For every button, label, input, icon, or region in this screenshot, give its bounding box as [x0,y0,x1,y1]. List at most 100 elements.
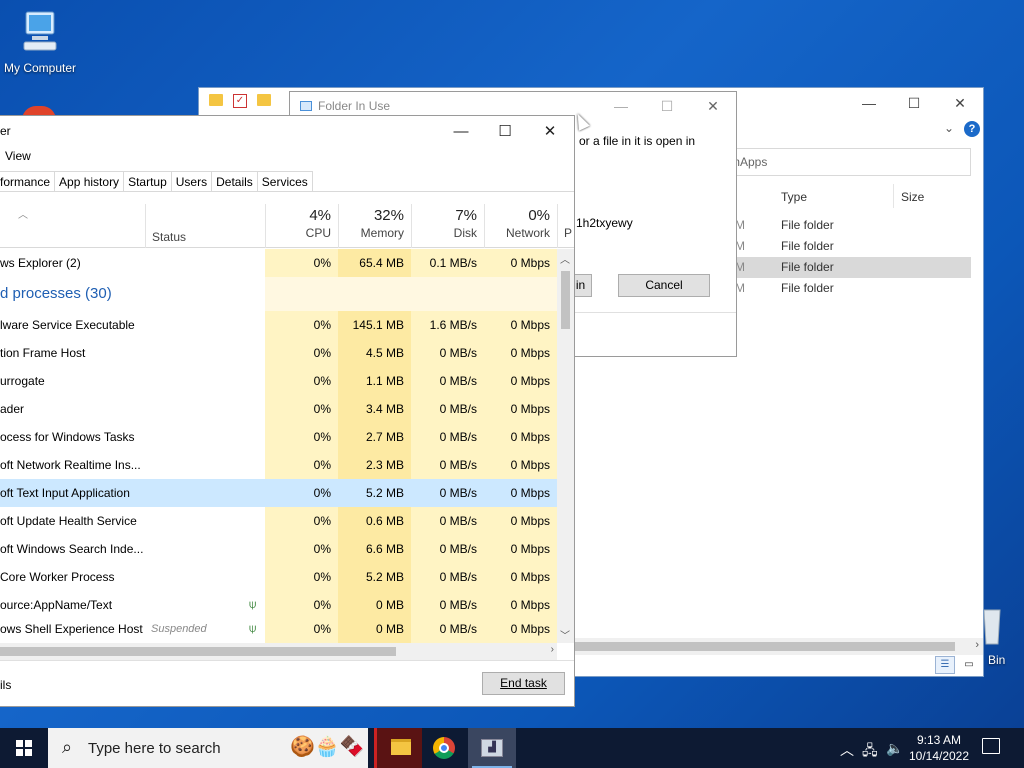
notifications-icon[interactable] [982,738,1000,754]
close-button[interactable]: ✕ [530,120,570,144]
process-row-selected[interactable]: oft Text Input Application 0% 5.2 MB 0 MB/s… [0,479,557,507]
process-memory-value: 6.6 MB [365,542,404,556]
column-header-power[interactable]: P [557,204,574,248]
process-name: urrogate [0,374,45,388]
scroll-right-icon[interactable]: › [551,644,554,655]
process-row[interactable]: oft Network Realtime Ins... 0% 2.3 MB 0 MB/… [0,451,557,479]
clock-date: 10/14/2022 [908,749,970,763]
file-row[interactable]: M File folder [729,236,971,257]
process-table-header[interactable]: ︿ Status 4% CPU 32% Memory 7% Disk 0% Ne… [0,204,574,248]
process-row[interactable]: tion Frame Host 0% 4.5 MB 0 MB/s 0 Mbps [0,339,557,367]
process-disk-value: 0 MB/s [439,402,477,416]
desktop-icon-recycle-bin[interactable]: Bin [980,606,1024,668]
tab-strip[interactable]: formance App history Startup Users Detai… [0,171,574,192]
file-row[interactable]: M File folder [729,278,971,299]
details-view-icon[interactable]: ☰ [935,656,955,674]
scroll-right-icon[interactable]: › [975,639,979,651]
process-disk-value: 0 MB/s [439,430,477,444]
process-network-value: 0 Mbps [510,542,550,556]
maximize-button[interactable]: ☐ [899,92,929,114]
taskbar[interactable]: ⌕ Type here to search 🍪🧁🍫 ▟ ︿ 🖧 🔈 9:13 A… [0,728,1024,768]
volume-icon[interactable]: 🔈 [886,740,903,757]
help-icon[interactable]: ? [964,121,980,137]
new-folder-icon[interactable] [257,94,271,106]
menu-view[interactable]: View [5,149,31,163]
process-cpu-value: 0% [313,486,331,500]
tab-startup[interactable]: Startup [124,171,172,192]
process-list[interactable]: ws Explorer (2) 0% 65.4 MB 0.1 MB/s 0 Mbps d … [0,249,557,643]
column-header-memory[interactable]: 32% Memory [338,204,411,248]
process-row[interactable]: Core Worker Process 0% 5.2 MB 0 MB/s 0 Mbps [0,563,557,591]
close-button[interactable]: ✕ [698,96,728,116]
sort-arrow-icon[interactable]: ︿ [18,206,28,221]
column-divider[interactable] [893,184,894,208]
taskbar-chrome[interactable] [420,728,468,768]
tab-details[interactable]: Details [212,171,258,192]
horizontal-scrollbar[interactable]: › [575,638,983,655]
process-row[interactable]: oft Windows Search Inde... 0% 6.6 MB 0 MB/s… [0,535,557,563]
scrollbar-thumb[interactable] [561,271,570,329]
end-task-button[interactable]: End task [482,672,565,695]
process-row[interactable]: lware Service Executable 0% 145.1 MB 1.6 MB… [0,311,557,339]
search-field[interactable]: mApps [719,148,971,176]
scroll-up-icon[interactable]: ︿ [560,251,570,266]
properties-icon[interactable]: ✓ [233,94,247,108]
maximize-button[interactable]: ☐ [485,120,525,144]
window-title: er [0,124,11,138]
vertical-scrollbar[interactable]: ︿ ﹀ [557,249,574,643]
system-clock[interactable]: 9:13 AM 10/14/2022 [908,732,970,764]
cancel-button[interactable]: Cancel [618,274,710,297]
process-row[interactable]: ows Shell Experience Host Suspended ⍦ 0% 0 M… [0,615,557,643]
process-disk-value: 0 MB/s [439,570,477,584]
process-row[interactable]: ws Explorer (2) 0% 65.4 MB 0.1 MB/s 0 Mbps [0,249,557,277]
process-cpu-value: 0% [313,374,331,388]
scroll-down-icon[interactable]: ﹀ [560,627,570,642]
scrollbar-thumb[interactable] [575,642,955,651]
minimize-button[interactable]: — [854,92,884,114]
folder-icon[interactable] [209,94,223,106]
horizontal-scrollbar[interactable]: › [0,643,557,660]
tab-users[interactable]: Users [171,171,213,192]
process-cpu-value: 0% [313,430,331,444]
minimize-button[interactable]: — [606,96,636,116]
column-header-status[interactable]: Status [145,204,265,248]
column-header-cpu[interactable]: 4% CPU [265,204,338,248]
scrollbar-thumb[interactable] [0,647,396,656]
process-cpu-value: 0% [313,542,331,556]
network-icon[interactable]: 🖧 [862,740,878,764]
file-row[interactable]: M File folder [729,215,971,236]
search-highlight-icon[interactable]: 🍪🧁🍫 [290,734,365,759]
column-header-network[interactable]: 0% Network [484,204,557,248]
desktop-icon-my-computer[interactable]: My Computer [0,10,80,75]
column-header-type[interactable]: Type [781,190,807,204]
process-name: lware Service Executable [0,318,135,332]
tab-services[interactable]: Services [257,171,313,192]
large-icons-view-icon[interactable]: ▭ [959,656,979,674]
chrome-icon [433,737,455,759]
tab-app-history[interactable]: App history [55,171,125,192]
column-header-size[interactable]: Size [901,190,924,204]
quick-access-toolbar[interactable]: ✓ [209,94,271,108]
process-row[interactable]: ader 0% 3.4 MB 0 MB/s 0 Mbps [0,395,557,423]
chevron-up-icon[interactable]: ︿ [840,740,854,760]
column-header-disk[interactable]: 7% Disk [411,204,484,248]
close-button[interactable]: ✕ [945,92,975,114]
background-processes-group-header[interactable]: d processes (30) [0,285,112,302]
maximize-button[interactable]: ☐ [652,96,682,116]
process-network-value: 0 Mbps [510,570,550,584]
minimize-button[interactable]: — [441,120,481,144]
process-memory-value: 0 MB [375,622,404,636]
file-row-selected[interactable]: M File folder [729,257,971,278]
start-button[interactable] [0,728,48,768]
process-row[interactable]: ocess for Windows Tasks 0% 2.7 MB 0 MB/s 0 M… [0,423,557,451]
view-switcher[interactable]: ☰ ▭ [935,656,979,674]
fewer-details-link[interactable]: ils [0,678,11,692]
tab-performance[interactable]: formance [0,171,56,192]
process-row[interactable]: oft Update Health Service 0% 0.6 MB 0 MB/s 0… [0,507,557,535]
chevron-down-icon[interactable]: ⌄ [944,121,954,135]
task-manager-window[interactable]: er — ☐ ✕ View formance App history Start… [0,115,575,707]
process-row[interactable]: urrogate 0% 1.1 MB 0 MB/s 0 Mbps [0,367,557,395]
taskbar-task-manager[interactable]: ▟ [468,728,516,768]
taskbar-file-explorer[interactable] [374,728,422,768]
taskbar-search-box[interactable]: ⌕ Type here to search 🍪🧁🍫 [48,728,368,768]
